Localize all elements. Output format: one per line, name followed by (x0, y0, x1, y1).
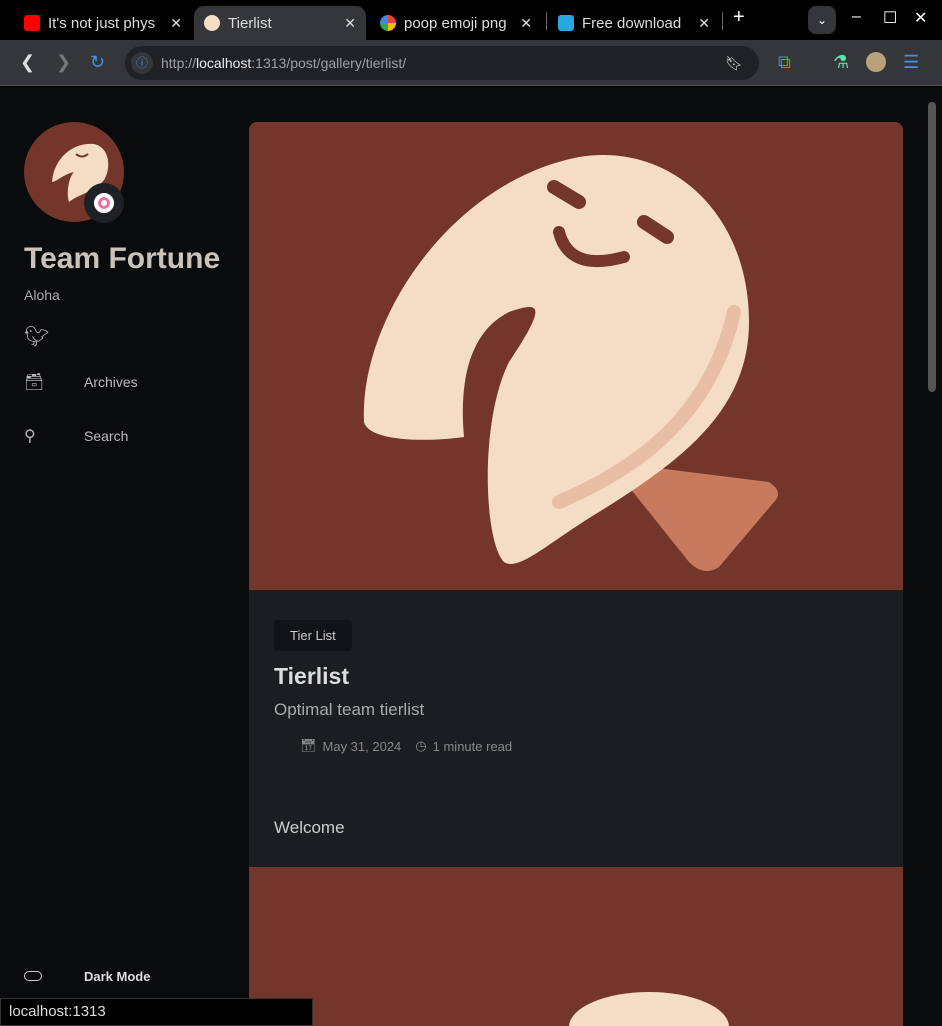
search-icon: ⚲ (24, 428, 36, 445)
dark-mode-toggle[interactable]: Dark Mode (24, 969, 150, 984)
tab-title: Free download (582, 14, 682, 32)
url-host: localhost (196, 55, 252, 71)
tab-youtube[interactable]: It's not just phys ✕ (14, 6, 192, 40)
status-bar: localhost:1313 (0, 998, 313, 1026)
toggle-icon (24, 971, 42, 981)
close-tab-icon[interactable]: ✕ (344, 15, 356, 32)
url-path: :1313/post/gallery/tierlist/ (251, 55, 407, 71)
tab-title: It's not just phys (48, 14, 156, 32)
menu-icon[interactable]: ☰ (903, 52, 919, 73)
post-header: Tier List Tierlist Optimal team tierlist… (249, 590, 903, 867)
read-time: 1 minute read (432, 738, 513, 754)
close-tab-icon[interactable]: ✕ (698, 15, 710, 32)
post-date: May 31, 2024 (322, 738, 402, 754)
dark-mode-label: Dark Mode (84, 969, 151, 984)
category-chip[interactable]: Tier List (274, 620, 352, 651)
youtube-icon (24, 15, 40, 31)
sidebar-item-search[interactable]: ⚲ Search (24, 426, 128, 446)
tab-list-button[interactable]: ⌄ (808, 6, 836, 34)
close-window-button[interactable]: ✕ (914, 8, 927, 28)
extensions-icon[interactable]: ⧉ (778, 52, 791, 73)
post-image (249, 867, 903, 1026)
maximize-button[interactable]: ☐ (883, 8, 897, 28)
address-bar[interactable]: ⓘ http://localhost:1313/post/gallery/tie… (125, 46, 759, 80)
sidebar-item-label: Search (84, 428, 129, 444)
minimize-button[interactable]: – (852, 8, 861, 26)
browser-toolbar: ❮ ❯ ↻ ⓘ http://localhost:1313/post/galle… (0, 40, 942, 86)
tab-tierlist[interactable]: Tierlist ✕ (194, 6, 366, 40)
bookmark-icon[interactable]: 🔖︎ (725, 55, 743, 72)
archive-icon: 🗃︎ (24, 374, 45, 391)
scrollbar[interactable] (928, 102, 936, 392)
url-scheme: http:// (161, 55, 197, 71)
google-icon (380, 15, 396, 31)
back-button[interactable]: ❮ (20, 52, 35, 73)
sidebar-item-label: Archives (84, 374, 138, 390)
flask-icon[interactable]: ⚗ (833, 52, 849, 73)
close-tab-icon[interactable]: ✕ (520, 15, 532, 32)
site-tagline: Aloha (24, 287, 60, 303)
site-info-icon[interactable]: ⓘ (131, 52, 153, 74)
post-subtitle: Optimal team tierlist (274, 700, 425, 719)
tab-bar: It's not just phys ✕ Tierlist ✕ poop emoji… (0, 0, 942, 40)
new-tab-button[interactable]: + (733, 6, 745, 29)
post-meta: 📅︎ May 31, 2024 ◷ 1 minute read (300, 738, 878, 754)
post-title: Tierlist (274, 663, 349, 689)
post-hero-image (249, 122, 903, 590)
tab-title: poop emoji png (404, 14, 507, 32)
fortune-cookie-icon (204, 15, 220, 31)
w-logo-icon (558, 15, 574, 31)
tab-google[interactable]: poop emoji png ✕ (370, 6, 542, 40)
calendar-icon: 📅︎ (300, 738, 317, 753)
tab-free-download[interactable]: Free download ✕ (548, 6, 720, 40)
profile-avatar[interactable] (866, 52, 886, 72)
twitter-icon[interactable]: 🐦︎ (24, 324, 49, 349)
tab-separator (546, 12, 547, 30)
tab-separator (722, 12, 723, 30)
sidebar-item-archives[interactable]: 🗃︎ Archives (24, 372, 138, 392)
naruto-badge-icon (84, 183, 124, 223)
forward-button[interactable]: ❯ (56, 52, 71, 73)
close-tab-icon[interactable]: ✕ (170, 15, 182, 32)
web-page: Team Fortune Aloha 🐦︎ 🗃︎ Archives ⚲ Search… (0, 87, 942, 1026)
clock-icon: ◷ (415, 738, 427, 753)
tab-title: Tierlist (228, 14, 272, 32)
post-content: Welcome (274, 818, 345, 837)
post-card: Tier List Tierlist Optimal team tierlist… (249, 122, 903, 1026)
site-title[interactable]: Team Fortune (24, 242, 220, 276)
reload-button[interactable]: ↻ (90, 52, 105, 73)
sidebar: Team Fortune Aloha 🐦︎ 🗃︎ Archives ⚲ Search… (0, 87, 235, 1026)
